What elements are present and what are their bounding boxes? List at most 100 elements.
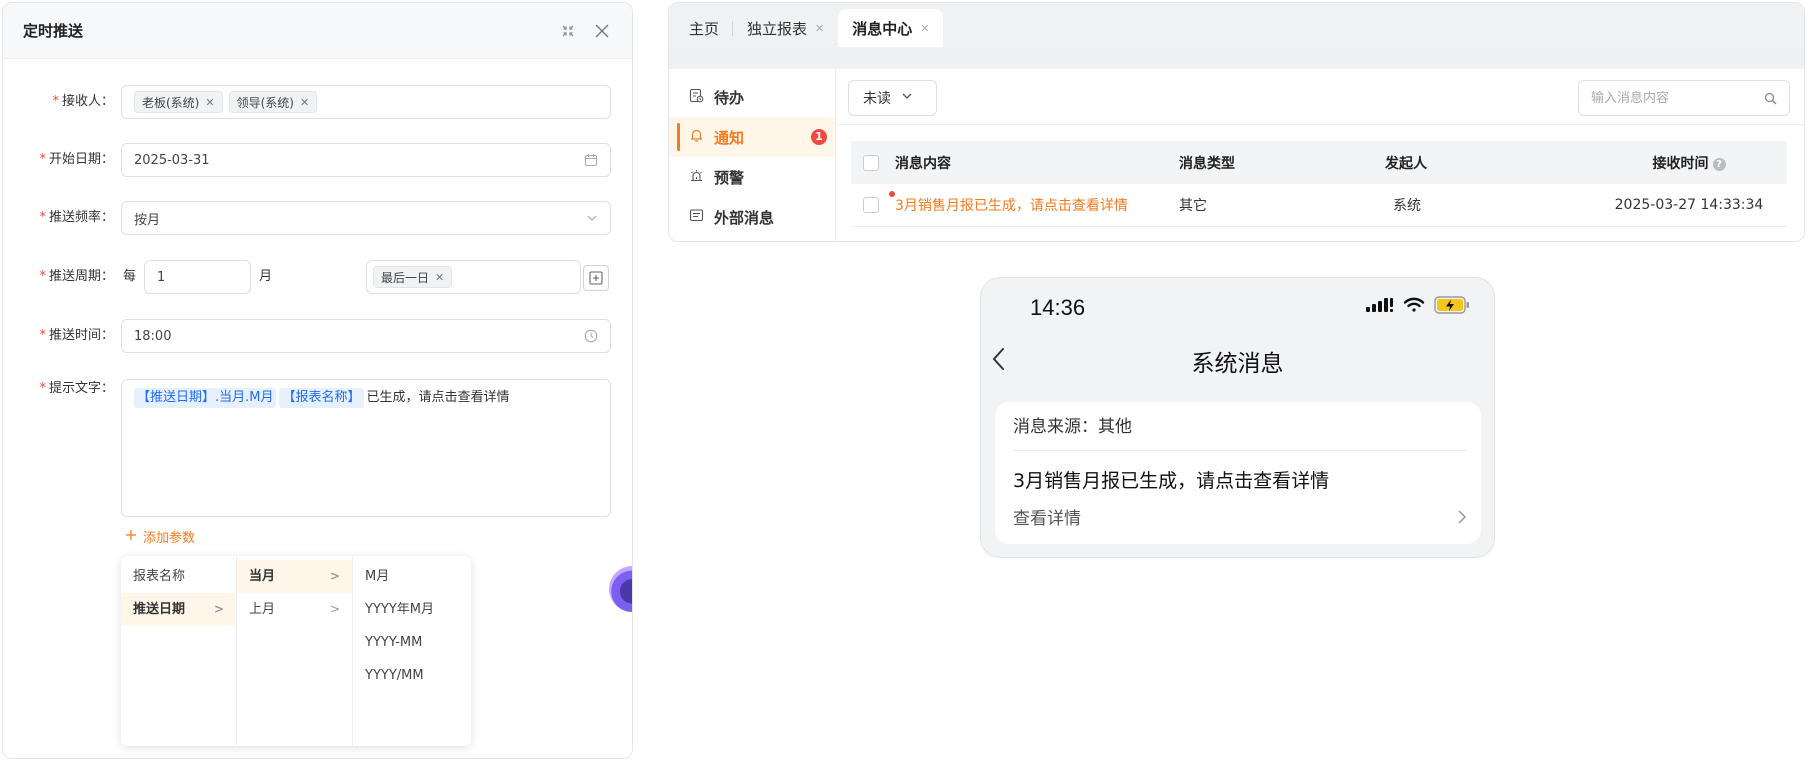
cascader-column-1: 报表名称 推送日期 > bbox=[121, 556, 237, 746]
status-icons bbox=[1366, 296, 1470, 318]
cascader-option[interactable]: YYYY年M月 bbox=[353, 593, 469, 626]
chevron-right-icon: > bbox=[329, 602, 340, 616]
remove-tag-icon[interactable]: ✕ bbox=[205, 96, 214, 109]
column-header-content: 消息内容 bbox=[895, 155, 951, 172]
message-link[interactable]: 3月销售月报已生成，请点击查看详情 bbox=[895, 198, 1128, 214]
cascader-option[interactable]: 推送日期 > bbox=[121, 593, 236, 626]
chevron-right-icon: > bbox=[329, 569, 340, 583]
calendar-icon bbox=[584, 153, 598, 167]
scheduled-push-dialog: 定时推送 * 接收人： 老板(系统) ✕ 领导(系统) ✕ * 开始日期： 2025-0… bbox=[2, 2, 633, 759]
read-status-dropdown[interactable]: 未读 bbox=[848, 80, 937, 116]
chevron-right-icon: > bbox=[213, 602, 224, 616]
card-divider bbox=[1013, 450, 1467, 451]
chevron-down-icon bbox=[901, 90, 913, 106]
param-chip[interactable]: 【推送日期】.当月.M月 bbox=[134, 388, 277, 408]
tab-home[interactable]: 主页 bbox=[675, 9, 734, 47]
column-header-time: 接收时间? bbox=[1591, 153, 1787, 173]
dialog-header: 定时推送 bbox=[3, 3, 632, 59]
notification-card[interactable]: 消息来源：其他 3月销售月报已生成，请点击查看详情 查看详情 bbox=[995, 402, 1481, 544]
close-tab-icon[interactable]: ✕ bbox=[815, 22, 824, 35]
sidebar-item-notice[interactable]: 通知 1 bbox=[669, 117, 835, 157]
collapse-icon[interactable] bbox=[558, 21, 578, 41]
time-label: * 推送时间： bbox=[39, 328, 114, 343]
param-chip[interactable]: 【报表名称】 bbox=[279, 388, 364, 408]
cascader-column-2: 当月 > 上月 > bbox=[237, 556, 353, 746]
message-center-window: 主页 独立报表 ✕ 消息中心 ✕ 待办 通知 1 预警 外部消息 未读 输入消息… bbox=[668, 2, 1805, 242]
chevron-right-icon bbox=[1457, 509, 1467, 525]
period-row: * 推送周期： 每 1 月 最后一日 ✕ bbox=[3, 260, 632, 294]
recipients-row: * 接收人： 老板(系统) ✕ 领导(系统) ✕ bbox=[3, 85, 632, 119]
tab-reports[interactable]: 独立报表 ✕ bbox=[733, 9, 838, 47]
add-period-button[interactable] bbox=[583, 265, 609, 291]
frequency-value: 按月 bbox=[134, 212, 161, 228]
cascader-option[interactable]: 当月 > bbox=[237, 560, 352, 593]
cascader-option[interactable]: YYYY-MM bbox=[353, 626, 469, 659]
wifi-icon bbox=[1403, 297, 1425, 317]
column-header-type: 消息类型 bbox=[1179, 155, 1235, 172]
phone-notification-preview: 14:36 系统消息 消息来源：其他 3月销售月报已生成，请点击查看详情 查看详… bbox=[980, 277, 1495, 558]
close-tab-icon[interactable]: ✕ bbox=[920, 22, 929, 35]
message-icon bbox=[689, 208, 704, 227]
frequency-row: * 推送频率： 按月 bbox=[3, 201, 632, 235]
row-checkbox[interactable] bbox=[863, 197, 879, 213]
start-date-label: * 开始日期： bbox=[39, 152, 114, 167]
cascader-option[interactable]: M月 bbox=[353, 560, 469, 593]
cascader-option[interactable]: 上月 > bbox=[237, 593, 352, 626]
phone-clock: 14:36 bbox=[1030, 295, 1086, 320]
message-search-box bbox=[1578, 80, 1790, 116]
cascader-option[interactable]: YYYY/MM bbox=[353, 659, 469, 692]
message-source: 消息来源：其他 bbox=[1013, 417, 1132, 437]
prompt-textarea[interactable]: 【推送日期】.当月.M月 【报表名称】 已生成，请点击查看详情 bbox=[121, 379, 611, 517]
period-day-tag: 最后一日 ✕ bbox=[373, 266, 453, 288]
period-label: * 推送周期： bbox=[39, 269, 114, 284]
period-day-select[interactable]: 最后一日 ✕ bbox=[366, 260, 581, 294]
todo-icon bbox=[689, 88, 704, 107]
add-param-button[interactable]: 添加参数 bbox=[125, 527, 195, 546]
ai-assistant-icon[interactable] bbox=[609, 566, 632, 612]
content-divider bbox=[669, 47, 1804, 69]
help-icon[interactable]: ? bbox=[1712, 157, 1726, 171]
cascader-option[interactable]: 报表名称 bbox=[121, 560, 236, 593]
message-table: 消息内容 消息类型 发起人 接收时间? 3月销售月报已生成，请点击查看详情 其它… bbox=[851, 141, 1787, 227]
filter-bar: 未读 bbox=[836, 69, 1804, 125]
cascader-column-3: M月 YYYY年M月 YYYY-MM YYYY/MM bbox=[353, 556, 469, 746]
param-cascader: 报表名称 推送日期 > 当月 > 上月 > M月 YYYY年M月 YYYY-MM YY… bbox=[121, 556, 471, 746]
recipient-tag: 领导(系统) ✕ bbox=[228, 91, 318, 113]
period-prefix: 每 bbox=[123, 269, 137, 284]
alarm-icon bbox=[689, 168, 704, 187]
sidebar-item-alert[interactable]: 预警 bbox=[669, 157, 835, 197]
prompt-text: 已生成，请点击查看详情 bbox=[366, 390, 510, 405]
message-type-cell: 其它 bbox=[1179, 198, 1207, 214]
search-icon[interactable] bbox=[1764, 92, 1777, 105]
recipients-select[interactable]: 老板(系统) ✕ 领导(系统) ✕ bbox=[121, 85, 611, 119]
start-date-picker[interactable]: 2025-03-31 bbox=[121, 143, 611, 177]
sidebar-item-external[interactable]: 外部消息 bbox=[669, 197, 835, 237]
signal-icon bbox=[1366, 297, 1394, 317]
clock-icon bbox=[584, 329, 598, 343]
tab-message-center[interactable]: 消息中心 ✕ bbox=[838, 9, 944, 47]
period-number-input[interactable]: 1 bbox=[144, 260, 251, 294]
frequency-select[interactable]: 按月 bbox=[121, 201, 611, 235]
select-all-checkbox[interactable] bbox=[863, 154, 879, 171]
recipient-tag: 老板(系统) ✕ bbox=[134, 91, 223, 113]
plus-icon bbox=[125, 529, 137, 545]
battery-charging-icon bbox=[1434, 296, 1470, 318]
phone-nav-bar: 系统消息 bbox=[981, 336, 1494, 382]
period-unit: 月 bbox=[259, 269, 273, 284]
message-content-cell: 3月销售月报已生成，请点击查看详情 bbox=[889, 191, 1179, 215]
start-date-value: 2025-03-31 bbox=[134, 152, 210, 168]
remove-tag-icon[interactable]: ✕ bbox=[300, 96, 309, 109]
phone-page-title: 系统消息 bbox=[1191, 351, 1284, 377]
bell-icon bbox=[689, 128, 704, 147]
unread-dot bbox=[889, 191, 895, 197]
dialog-tools bbox=[558, 21, 612, 41]
time-picker[interactable]: 18:00 bbox=[121, 319, 611, 353]
sidebar-item-todo[interactable]: 待办 bbox=[669, 77, 835, 117]
close-icon[interactable] bbox=[592, 21, 612, 41]
frequency-label: * 推送频率： bbox=[39, 210, 114, 225]
table-row[interactable]: 3月销售月报已生成，请点击查看详情 其它 系统 2025-03-27 14:33… bbox=[851, 184, 1787, 227]
view-detail-link[interactable]: 查看详情 bbox=[1013, 504, 1467, 529]
search-input[interactable] bbox=[1591, 90, 1751, 106]
recipients-label: * 接收人： bbox=[52, 94, 114, 109]
remove-tag-icon[interactable]: ✕ bbox=[435, 271, 444, 284]
